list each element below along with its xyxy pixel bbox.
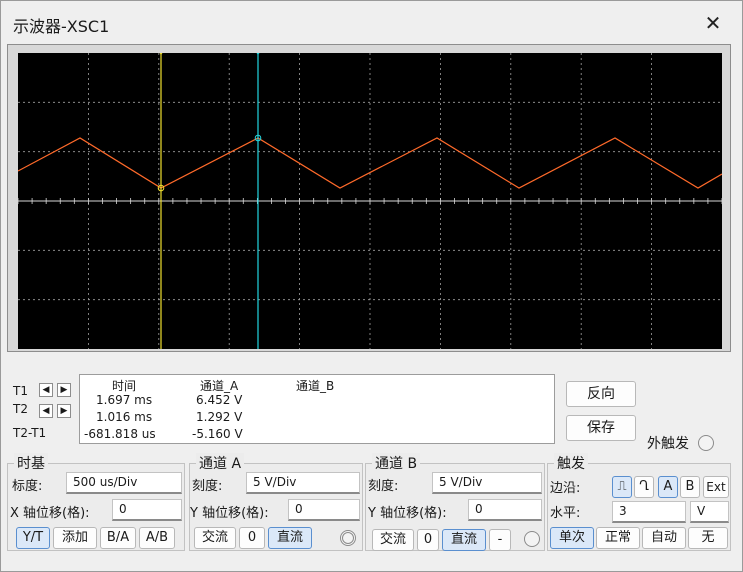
close-icon[interactable]: ✕: [697, 7, 729, 39]
title-bar[interactable]: 示波器-XSC1 ✕: [1, 1, 742, 45]
channel-b-zero-button[interactable]: 0: [417, 529, 439, 551]
yt-mode-button[interactable]: Y/T: [16, 527, 50, 549]
channel-a-panel: 通道 A 刻度: 5 V/Div Y 轴位移(格): 0 交流 0 直流: [189, 453, 363, 551]
channel-b-ypos-label: Y 轴位移(格):: [368, 506, 447, 521]
t2-time-value: 1.016 ms: [96, 410, 153, 424]
trigger-edge-label: 边沿:: [550, 481, 581, 496]
t2-right-arrow-icon[interactable]: ▶: [57, 404, 71, 418]
ext-trigger-label: 外触发: [647, 436, 689, 452]
channel-b-dc-button[interactable]: 直流: [442, 529, 486, 551]
channel-b-scale-field[interactable]: 5 V/Div: [432, 472, 542, 494]
trigger-source-a-button[interactable]: A: [658, 476, 678, 498]
trigger-source-ext-button[interactable]: Ext: [703, 476, 729, 498]
trigger-panel: 触发 边沿: ⎍ Ղ A B Ext 水平: 3 V 单次 正常 自动 无: [547, 453, 731, 551]
timebase-scale-field[interactable]: 500 us/Div: [66, 472, 182, 494]
channel-b-ac-button[interactable]: 交流: [372, 529, 414, 551]
reverse-button[interactable]: 反向: [566, 381, 636, 407]
t2-t1-label: T2-T1: [13, 426, 47, 440]
channel-b-scale-label: 刻度:: [368, 479, 399, 494]
timebase-title: 时基: [14, 453, 48, 473]
oscilloscope-window: 示波器-XSC1 ✕ T1 ◀ ▶ T2 ◀ ▶ T2-T1 时间 通道_A 通…: [0, 0, 743, 572]
falling-edge-icon[interactable]: Ղ: [634, 476, 654, 498]
channel-a-ypos-field[interactable]: 0: [288, 499, 360, 521]
trigger-normal-button[interactable]: 正常: [596, 527, 640, 549]
scope-screen[interactable]: [18, 53, 722, 349]
t1-time-value: 1.697 ms: [96, 393, 153, 407]
channel-a-title: 通道 A: [196, 453, 245, 473]
channel-a-ypos-label: Y 轴位移(格):: [190, 506, 269, 521]
t1-right-arrow-icon[interactable]: ▶: [57, 383, 71, 397]
channel-b-terminal[interactable]: [524, 531, 540, 547]
add-mode-button[interactable]: 添加: [53, 527, 97, 549]
trigger-level-unit[interactable]: V: [690, 501, 729, 523]
ab-mode-button[interactable]: A/B: [139, 527, 175, 549]
channel-b-title: 通道 B: [372, 453, 421, 473]
channel-b-minus-button[interactable]: -: [489, 529, 511, 551]
trigger-level-field[interactable]: 3: [612, 501, 686, 523]
header-channel-b: 通道_B: [296, 379, 335, 393]
channel-a-scale-field[interactable]: 5 V/Div: [246, 472, 360, 494]
channel-a-scale-label: 刻度:: [192, 479, 223, 494]
t1-left-arrow-icon[interactable]: ◀: [39, 383, 53, 397]
cursor-readout-table: 时间 通道_A 通道_B 1.697 ms 6.452 V 1.016 ms 1…: [79, 374, 555, 444]
trigger-level-label: 水平:: [550, 506, 581, 521]
header-channel-a: 通道_A: [200, 379, 239, 393]
t2-t1-channel-a-value: -5.160 V: [192, 427, 243, 441]
channel-a-zero-button[interactable]: 0: [239, 527, 265, 549]
channel-a-dc-button[interactable]: 直流: [268, 527, 312, 549]
timebase-xpos-label: X 轴位移(格):: [10, 506, 90, 521]
scope-frame: [7, 44, 731, 352]
channel-b-ypos-field[interactable]: 0: [468, 499, 542, 521]
trigger-source-b-button[interactable]: B: [680, 476, 700, 498]
t2-left-arrow-icon[interactable]: ◀: [39, 404, 53, 418]
ext-trigger-terminal[interactable]: [698, 435, 714, 451]
trigger-none-button[interactable]: 无: [688, 527, 728, 549]
channel-a-terminal[interactable]: [340, 530, 356, 546]
timebase-scale-label: 标度:: [12, 479, 43, 494]
t2-t1-time-value: -681.818 us: [84, 427, 156, 441]
window-title: 示波器-XSC1: [13, 17, 110, 36]
t2-channel-a-value: 1.292 V: [196, 410, 243, 424]
rising-edge-icon[interactable]: ⎍: [612, 476, 632, 498]
trigger-auto-button[interactable]: 自动: [642, 527, 686, 549]
ba-mode-button[interactable]: B/A: [100, 527, 136, 549]
channel-b-panel: 通道 B 刻度: 5 V/Div Y 轴位移(格): 0 交流 0 直流 -: [365, 453, 545, 551]
timebase-panel: 时基 标度: 500 us/Div X 轴位移(格): 0 Y/T 添加 B/A…: [7, 453, 185, 551]
trigger-title: 触发: [554, 453, 588, 473]
channel-a-ac-button[interactable]: 交流: [194, 527, 236, 549]
header-time: 时间: [112, 379, 137, 393]
t1-label: T1: [13, 384, 28, 398]
timebase-xpos-field[interactable]: 0: [112, 499, 182, 521]
trigger-single-button[interactable]: 单次: [550, 527, 594, 549]
t2-label: T2: [13, 402, 28, 416]
t1-channel-a-value: 6.452 V: [196, 393, 243, 407]
save-button[interactable]: 保存: [566, 415, 636, 441]
cursor-readout-area: T1 ◀ ▶ T2 ◀ ▶ T2-T1 时间 通道_A 通道_B 1.697 m…: [7, 372, 557, 446]
